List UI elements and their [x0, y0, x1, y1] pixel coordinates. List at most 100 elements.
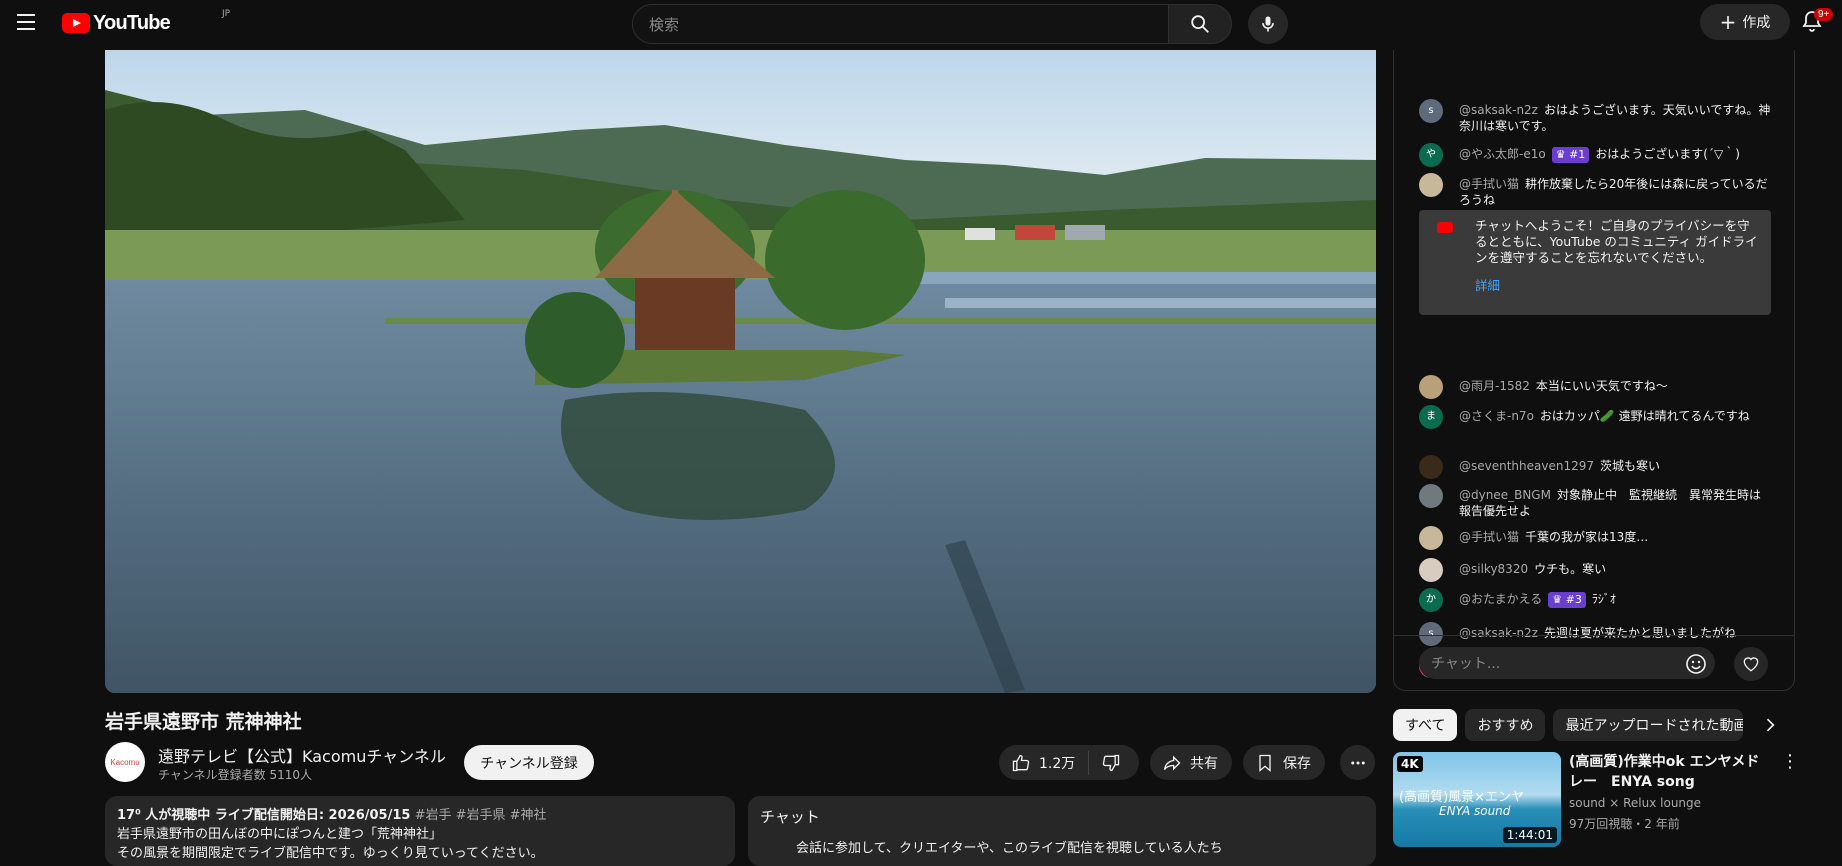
- chat-author-avatar[interactable]: か: [1419, 588, 1443, 612]
- thumbs-up-icon: [1012, 754, 1030, 771]
- microphone-icon: [1262, 16, 1274, 32]
- heart-reaction-button[interactable]: [1734, 647, 1768, 681]
- live-chat-panel: s @saksak-n2z おはようございます。天気いいですね。神奈川は寒いです。や…: [1393, 50, 1795, 691]
- chat-message[interactable]: @dynee_BNGM 対象静止中 監視継続 異常発生時は報告優先せよ: [1419, 484, 1771, 519]
- chat-author-avatar[interactable]: s: [1419, 622, 1443, 646]
- voice-search-button[interactable]: [1248, 4, 1288, 44]
- channel-name[interactable]: 遠野テレビ【公式】Kacomuチャンネル: [158, 743, 446, 767]
- chat-message-content: @手拭い猫 千葉の我が家は13度…: [1459, 529, 1771, 550]
- chip-recent-uploads[interactable]: 最近アップロードされた動画: [1553, 709, 1744, 741]
- description-box[interactable]: 17⁰ 人が視聴中 ライブ配信開始日: 2026/05/15 #岩手 #岩手県 …: [105, 796, 735, 866]
- create-button[interactable]: + 作成: [1700, 4, 1790, 40]
- like-count: 1.2万: [1039, 755, 1076, 772]
- chat-author-name[interactable]: @雨月-1582: [1459, 379, 1530, 393]
- chat-author-avatar[interactable]: [1419, 375, 1443, 399]
- chat-message-text: ﾗｼﾞｵ: [1591, 592, 1616, 606]
- chat-message-text: 千葉の我が家は13度…: [1525, 530, 1649, 544]
- chat-welcome-notice: チャットへようこそ！ご自身のプライバシーを守るとともに、YouTube のコミュ…: [1419, 210, 1771, 315]
- recommended-video-stats: 97万回視聴・2 年前: [1569, 817, 1680, 831]
- recommended-channel-name[interactable]: sound × Relux lounge: [1569, 796, 1701, 810]
- hashtags[interactable]: #岩手 #岩手県 #神社: [415, 808, 547, 823]
- duration-badge: 1:44:01: [1502, 827, 1557, 843]
- chat-author-name[interactable]: @手拭い猫: [1459, 530, 1519, 544]
- notice-details-link[interactable]: 詳細: [1475, 278, 1761, 294]
- youtube-play-icon: [62, 13, 90, 33]
- chat-author-avatar[interactable]: [1419, 558, 1443, 582]
- chat-author-avatar[interactable]: ま: [1419, 405, 1443, 429]
- chat-message-content: @おたまかえる ♛ #3 ﾗｼﾞｵ: [1459, 591, 1771, 612]
- recommended-video[interactable]: 4K (高画質)風景×エンヤ ENYA sound 1:44:01 (高画質)作…: [1393, 752, 1799, 847]
- youtube-logo[interactable]: YouTube JP: [62, 9, 230, 34]
- like-dislike-group: 1.2万: [999, 745, 1139, 780]
- crown-icon: ♛: [1552, 593, 1566, 606]
- chat-author-name[interactable]: @おたまかえる: [1459, 592, 1542, 606]
- chat-message[interactable]: @雨月-1582 本当にいい天気ですね～: [1419, 375, 1771, 399]
- chat-message-content: @seventhheaven1297 茨城も寒い: [1459, 458, 1771, 479]
- rank-text: #3: [1565, 593, 1582, 606]
- chat-author-name[interactable]: @やふ太郎-e1o: [1459, 147, 1546, 161]
- chat-info-card: チャット 会話に参加して、クリエイターや、このライブ配信を視聴している人たち: [748, 796, 1376, 866]
- description-line: 岩手県遠野市の田んぼの中にぽつんと建つ「荒神神社」: [117, 827, 443, 842]
- video-thumbnail[interactable]: 4K (高画質)風景×エンヤ ENYA sound 1:44:01: [1393, 752, 1561, 847]
- dislike-button[interactable]: [1089, 753, 1121, 773]
- chat-author-avatar[interactable]: [1419, 484, 1443, 508]
- video-player[interactable]: [105, 50, 1376, 693]
- share-button[interactable]: 共有: [1150, 745, 1232, 780]
- chat-message-content: @やふ太郎-e1o ♛ #1 おはようございます(´▽｀): [1459, 146, 1771, 167]
- chat-author-name[interactable]: @silky8320: [1459, 562, 1528, 576]
- plus-icon: +: [1719, 10, 1737, 34]
- chip-recommended[interactable]: おすすめ: [1465, 709, 1546, 741]
- chat-message[interactable]: @seventhheaven1297 茨城も寒い: [1419, 455, 1771, 479]
- chat-message-text: おはようございます(´▽｀): [1595, 147, 1740, 161]
- chat-author-name[interactable]: @seventhheaven1297: [1459, 459, 1594, 473]
- chip-all[interactable]: すべて: [1393, 709, 1458, 741]
- chat-message[interactable]: @手拭い猫 千葉の我が家は13度…: [1419, 526, 1771, 550]
- chat-author-name[interactable]: @手拭い猫: [1459, 177, 1519, 191]
- emoji-icon[interactable]: [1684, 652, 1710, 678]
- search-icon: [1191, 15, 1209, 33]
- chat-message-text: ウチも。寒い: [1534, 562, 1607, 576]
- bookmark-icon: [1259, 754, 1271, 772]
- more-actions-button[interactable]: [1340, 745, 1375, 780]
- chat-input[interactable]: チャット...: [1419, 647, 1715, 679]
- heart-icon: [1743, 657, 1759, 672]
- crown-rank-badge: ♛ #3: [1548, 592, 1586, 608]
- chat-message[interactable]: ま @さくま-n7o おはカッパ🥒 遠野は晴れてるんですね: [1419, 405, 1771, 429]
- chat-author-name[interactable]: @saksak-n2z: [1459, 103, 1538, 117]
- 4k-badge: 4K: [1397, 756, 1423, 772]
- chat-message-content: @雨月-1582 本当にいい天気ですね～: [1459, 378, 1771, 399]
- chat-card-title: チャット: [760, 808, 820, 826]
- chat-message-content: @さくま-n7o おはカッパ🥒 遠野は晴れてるんですね: [1459, 408, 1771, 429]
- save-button[interactable]: 保存: [1243, 745, 1325, 780]
- chat-author-name[interactable]: @さくま-n7o: [1459, 409, 1534, 423]
- chat-message[interactable]: か @おたまかえる ♛ #3 ﾗｼﾞｵ: [1419, 588, 1771, 612]
- subscribe-button[interactable]: チャンネル登録: [464, 745, 594, 780]
- chat-message[interactable]: s @saksak-n2z おはようございます。天気いいですね。神奈川は寒いです。: [1419, 99, 1771, 134]
- like-button[interactable]: 1.2万: [999, 750, 1089, 775]
- view-meta: 17⁰ 人が視聴中 ライブ配信開始日: 2026/05/15: [117, 808, 411, 823]
- chat-message[interactable]: @手拭い猫 耕作放棄したら20年後には森に戻っているだろうね: [1419, 173, 1771, 208]
- chat-message[interactable]: @silky8320 ウチも。寒い: [1419, 558, 1771, 582]
- chat-input-placeholder: チャット...: [1431, 656, 1501, 672]
- create-label: 作成: [1742, 15, 1771, 31]
- more-vertical-icon[interactable]: ⋮: [1781, 753, 1799, 774]
- chat-message-content: @silky8320 ウチも。寒い: [1459, 561, 1771, 582]
- channel-avatar[interactable]: Kacomu: [105, 742, 145, 782]
- chat-author-name[interactable]: @saksak-n2z: [1459, 626, 1538, 640]
- chevron-right-icon[interactable]: [1760, 715, 1780, 735]
- chat-message[interactable]: や @やふ太郎-e1o ♛ #1 おはようございます(´▽｀): [1419, 143, 1771, 167]
- chat-author-name[interactable]: @dynee_BNGM: [1459, 488, 1551, 502]
- chat-message-content: @dynee_BNGM 対象静止中 監視継続 異常発生時は報告優先せよ: [1459, 487, 1771, 519]
- recommended-video-title[interactable]: (高画質)作業中ok エンヤメドレー ENYA song: [1569, 752, 1769, 792]
- search-button[interactable]: [1168, 4, 1232, 44]
- hamburger-menu-icon[interactable]: [14, 9, 38, 33]
- chat-author-avatar[interactable]: s: [1419, 99, 1443, 123]
- chat-author-avatar[interactable]: [1419, 455, 1443, 479]
- search-placeholder: 検索: [649, 15, 680, 34]
- chat-author-avatar[interactable]: [1419, 173, 1443, 197]
- search-input[interactable]: 検索: [632, 4, 1169, 44]
- chat-author-avatar[interactable]: [1419, 526, 1443, 550]
- chat-author-avatar[interactable]: や: [1419, 143, 1443, 167]
- chat-message-text: おはカッパ🥒 遠野は晴れてるんですね: [1539, 409, 1750, 423]
- chat-message-text: 本当にいい天気ですね～: [1535, 379, 1668, 393]
